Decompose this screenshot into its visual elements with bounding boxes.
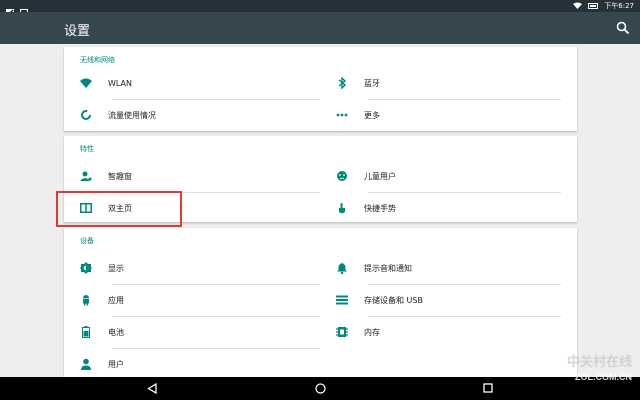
bluetooth-icon (336, 77, 348, 89)
settings-item-more[interactable]: 更多 (320, 99, 576, 131)
settings-item-display[interactable]: 显示 (64, 252, 320, 284)
settings-item-label: WLAN (108, 78, 133, 88)
wifi-icon (80, 77, 92, 89)
settings-item-bluetooth[interactable]: 蓝牙 (320, 67, 576, 99)
app-bar: 设置 (0, 12, 640, 44)
settings-item-notifications[interactable]: 提示音和通知 (320, 252, 576, 284)
child-user-icon (336, 170, 348, 182)
section-title-device: 设备 (80, 237, 94, 245)
home-button[interactable] (314, 382, 326, 394)
android-icon (80, 294, 92, 306)
battery-status-icon (588, 3, 599, 9)
settings-item-wlan[interactable]: WLAN (64, 67, 320, 99)
settings-item-battery[interactable]: 电池 (64, 316, 320, 348)
settings-item-apps[interactable]: 应用 (64, 284, 320, 316)
data-usage-icon (80, 109, 92, 121)
section-title-features: 特性 (80, 145, 94, 153)
settings-item-label: 提示音和通知 (364, 263, 412, 273)
storage-icon (336, 294, 348, 306)
recents-button[interactable] (482, 382, 494, 394)
user-icon (80, 358, 92, 370)
settings-item-gesture[interactable]: 快捷手势 (320, 192, 576, 224)
settings-item-users[interactable]: 用户 (64, 348, 320, 380)
page-title: 设置 (64, 24, 91, 39)
back-button[interactable] (146, 382, 158, 394)
gesture-icon (336, 202, 348, 214)
notification-bell-icon (336, 262, 348, 274)
device-card: 设备 显示 提示音和通知 应用 存储设备和 USB 电池 内存 用户 (64, 228, 577, 377)
highlight-box (56, 191, 182, 227)
settings-item-child-user[interactable]: 儿童用户 (320, 160, 576, 192)
settings-item-label: 显示 (108, 263, 124, 273)
navigation-bar (0, 377, 640, 400)
settings-item-memory[interactable]: 内存 (320, 316, 576, 348)
section-title-wireless: 无线和网络 (80, 56, 115, 64)
more-icon (336, 109, 348, 121)
notification-icon (6, 2, 14, 17)
memory-icon (336, 326, 348, 338)
search-icon[interactable] (616, 20, 630, 35)
settings-item-label: 内存 (364, 327, 380, 337)
settings-item-label: 电池 (108, 327, 124, 337)
settings-item-label: 智趣窗 (108, 171, 132, 181)
settings-item-label: 用户 (108, 359, 124, 369)
settings-item-data-usage[interactable]: 流量使用情况 (64, 99, 320, 131)
smart-window-icon (80, 170, 92, 182)
watermark: 中关村在线 ZOL.COM.CN (567, 354, 632, 382)
settings-item-label: 快捷手势 (364, 203, 396, 213)
status-time: 下午6:27 (604, 2, 634, 10)
settings-item-label: 流量使用情况 (108, 110, 156, 120)
image-notification-icon (20, 2, 28, 17)
settings-item-label: 蓝牙 (364, 78, 380, 88)
display-icon (80, 262, 92, 274)
watermark-sub: 中关村在线 (566, 354, 632, 369)
settings-item-label: 更多 (364, 110, 380, 120)
settings-item-label: 存储设备和 USB (364, 295, 423, 305)
settings-item-smart-window[interactable]: 智趣窗 (64, 160, 320, 192)
settings-item-label: 儿童用户 (364, 171, 396, 181)
battery-icon (80, 326, 92, 338)
settings-item-label: 应用 (108, 295, 124, 305)
status-bar: 下午6:27 (0, 0, 640, 17)
wireless-networks-card: 无线和网络 WLAN 蓝牙 流量使用情况 更多 (64, 47, 577, 131)
wifi-status-icon (573, 2, 583, 11)
watermark-text: ZOL.COM.CN (575, 372, 632, 382)
settings-item-storage-usb[interactable]: 存储设备和 USB (320, 284, 576, 316)
